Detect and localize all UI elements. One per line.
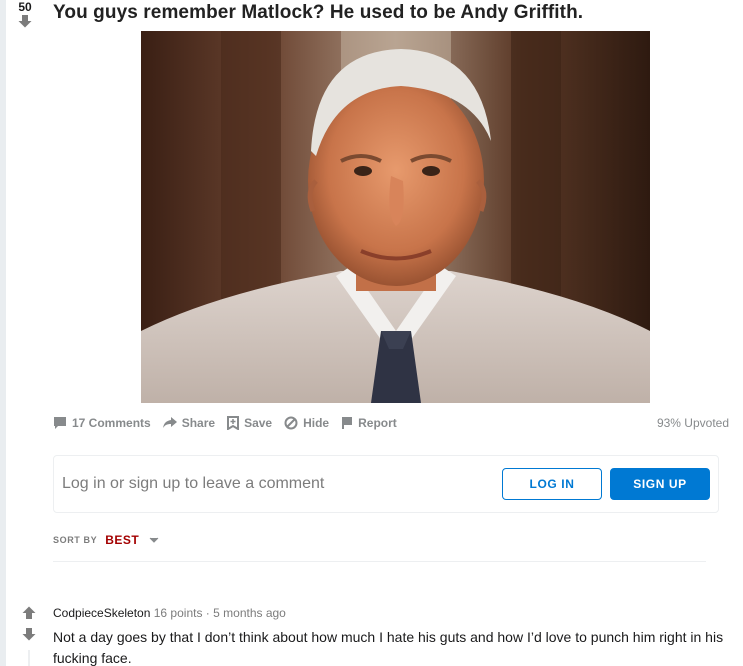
save-label: Save [244, 416, 273, 430]
hide-button[interactable]: Hide [284, 416, 329, 430]
hide-circle-icon [284, 416, 298, 430]
post-title[interactable]: You guys remember Matlock? He used to be… [53, 2, 583, 24]
share-label: Share [181, 416, 216, 430]
downvote-arrow-icon[interactable] [18, 14, 32, 28]
sort-dropdown[interactable]: BEST [105, 533, 139, 547]
comment-vote-column [22, 606, 36, 641]
report-label: Report [358, 416, 397, 430]
post-score: 50 [18, 0, 32, 14]
meta-separator: · [205, 606, 210, 620]
comment-login-prompt: Log in or sign up to leave a comment [62, 475, 325, 492]
chevron-down-icon[interactable] [149, 537, 159, 543]
comment-body: Not a day goes by that I don’t think abo… [53, 629, 724, 666]
log-in-button[interactable]: LOG IN [502, 468, 602, 500]
save-button[interactable]: Save [227, 416, 272, 430]
post-image[interactable] [141, 31, 650, 403]
comment-author[interactable]: CodpieceSkeleton [53, 606, 150, 620]
comment-age[interactable]: 5 months ago [213, 606, 286, 620]
flag-icon [342, 417, 353, 429]
comments-label: 17 Comments [72, 416, 151, 430]
upvote-ratio: 93% Upvoted [656, 416, 729, 430]
sign-up-button[interactable]: SIGN UP [610, 468, 710, 500]
sort-label: SORT BY [53, 535, 98, 545]
post-vote-column: 50 [10, 0, 40, 28]
downvote-arrow-icon[interactable] [22, 627, 36, 641]
comment-login-box: Log in or sign up to leave a comment LOG… [53, 455, 719, 513]
comment-points: 16 points [153, 606, 203, 620]
sort-bar: SORT BY BEST [53, 533, 706, 562]
upvote-arrow-icon[interactable] [22, 606, 36, 620]
share-button[interactable]: Share [162, 416, 216, 430]
comments-button[interactable]: 17 Comments [53, 416, 151, 430]
comment-meta: CodpieceSkeleton 16 points · 5 months ag… [53, 606, 286, 620]
bookmark-plus-icon [227, 416, 240, 430]
share-arrow-icon [162, 417, 177, 428]
hide-label: Hide [303, 416, 330, 430]
report-button[interactable]: Report [341, 416, 397, 430]
portrait-photo [141, 31, 650, 403]
post-action-bar: 17 Comments Share Save Hide Report 93% U… [53, 414, 729, 432]
thread-line[interactable] [28, 650, 30, 666]
left-rail [0, 0, 6, 666]
comment-bubble-icon [54, 417, 66, 429]
